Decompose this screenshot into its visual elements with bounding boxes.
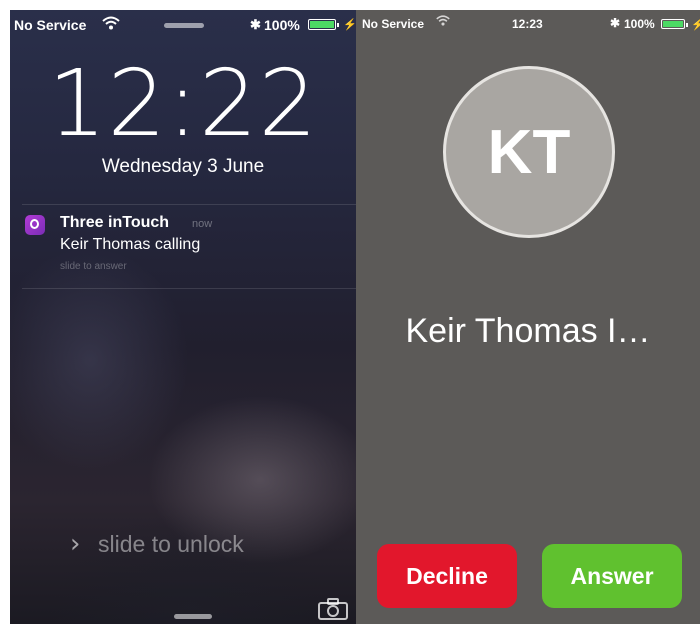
avatar: KT [443,66,615,238]
answer-button[interactable]: Answer [542,544,682,608]
slide-to-unlock-label: slide to unlock [98,531,244,557]
camera-icon[interactable] [318,598,348,624]
notification-app-name: Three inTouch [60,214,170,231]
battery-icon [308,19,339,30]
chevron-right-icon: › [70,529,81,559]
bluetooth-icon: ✱ [250,17,261,32]
decline-button[interactable]: Decline [377,544,517,608]
notification-hint: slide to answer [60,261,127,272]
wifi-icon [436,14,450,30]
battery-percent: 100% [624,17,655,31]
bluetooth-icon: ✱ [610,16,621,30]
lock-screen: No Service ✱ 100% ⚡ 12:22 Wednesday 3 Ju… [10,10,356,624]
carrier-label: No Service [362,17,425,31]
avatar-initials: KT [487,117,571,187]
caller-name: Keir Thomas I… [405,312,651,350]
notification-center-handle[interactable] [164,23,204,28]
carrier-label: No Service [14,17,87,33]
divider [22,204,356,205]
notification-time: now [192,218,213,230]
charging-icon: ⚡ [343,19,356,31]
divider [22,288,356,289]
lock-date: Wednesday 3 June [101,156,265,177]
status-bar: No Service ✱ 100% ⚡ [10,10,356,38]
charging-icon: ⚡ [691,19,700,31]
app-icon [25,215,45,235]
battery-icon [661,19,688,29]
lock-clock: 12:22 [47,50,319,157]
status-bar: No Service 12:23 ✱ 100% ⚡ [356,10,700,38]
status-time: 12:23 [512,17,543,31]
notification-message: Keir Thomas calling [60,236,201,253]
battery-percent: 100% [264,17,300,33]
control-center-handle[interactable] [174,614,212,619]
wifi-icon [102,15,120,34]
incoming-call-screen: No Service 12:23 ✱ 100% ⚡ KT Keir Thomas… [356,10,700,624]
